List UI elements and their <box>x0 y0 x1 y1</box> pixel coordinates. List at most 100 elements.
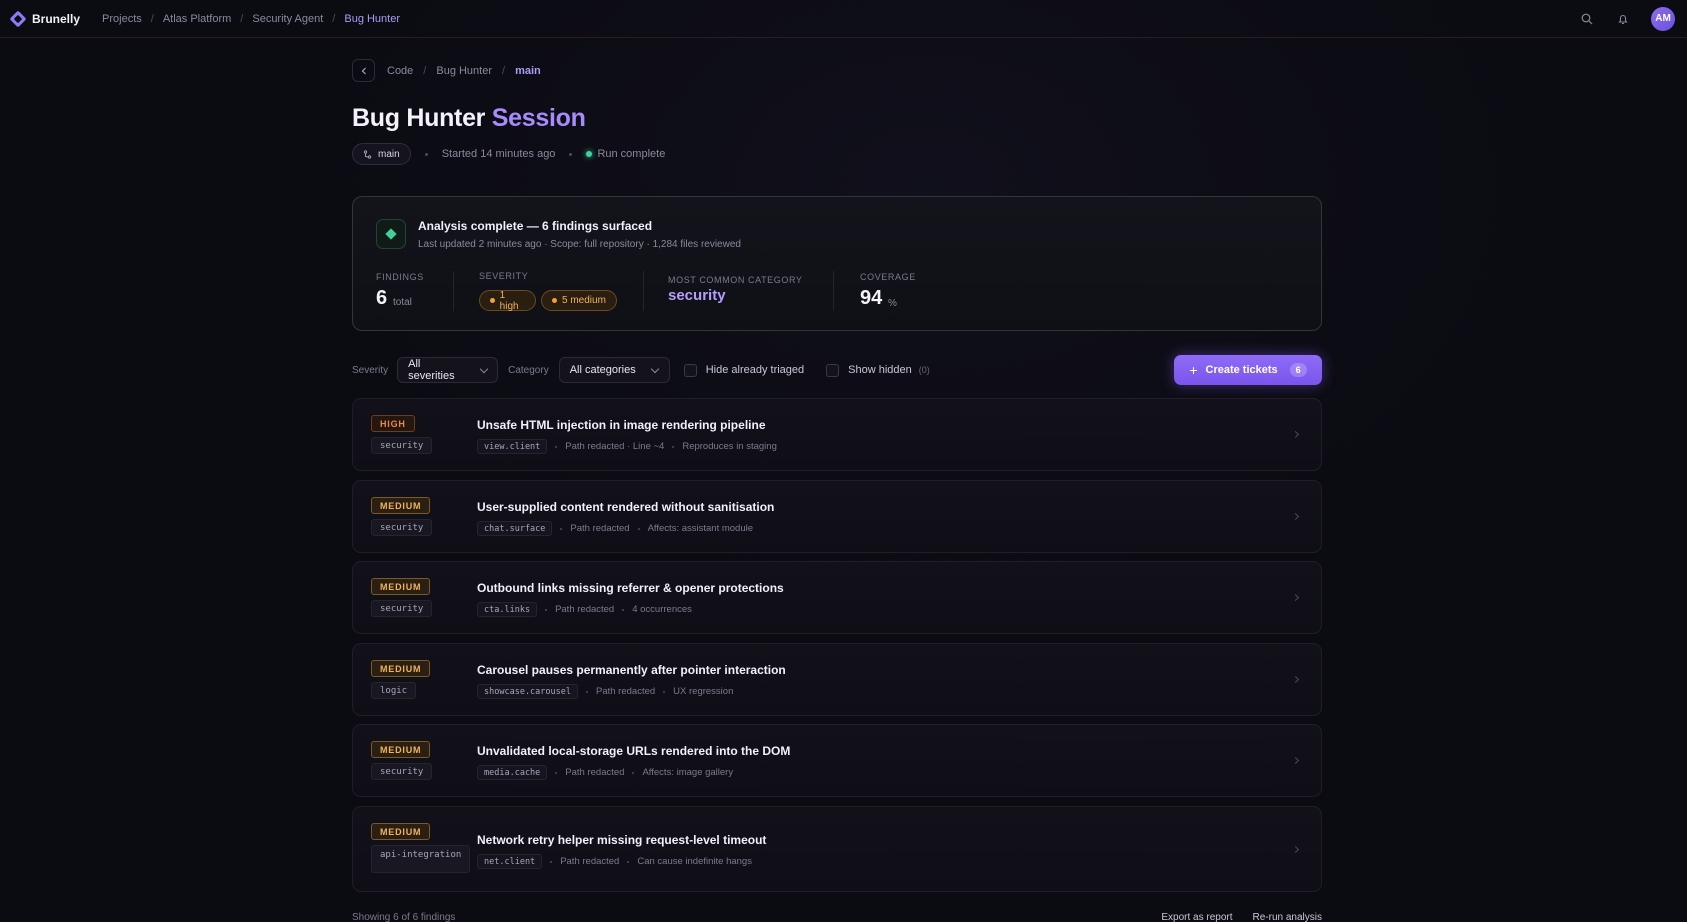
chevron-right-icon <box>1291 430 1300 439</box>
crumb-atlas-platform[interactable]: Atlas Platform <box>163 13 231 25</box>
severity-select-value: All severities <box>408 358 455 382</box>
crumb-bug-hunter-page[interactable]: Bug Hunter <box>436 65 492 77</box>
stat-divider <box>453 271 454 311</box>
brand-name: Brunelly <box>32 11 81 26</box>
severity-tag: MEDIUM <box>371 741 431 758</box>
hide-triaged-toggle[interactable]: Hide already triaged <box>683 363 805 377</box>
finding-row[interactable]: MEDIUM security Unvalidated local-storag… <box>352 724 1322 797</box>
summary-subtitle: Last updated 2 minutes ago · Scope: full… <box>418 239 741 250</box>
stat-divider <box>833 271 834 311</box>
stat-divider <box>643 271 644 311</box>
coverage-unit: % <box>888 298 897 309</box>
brand[interactable]: Brunelly <box>9 10 81 27</box>
chevron-right-icon <box>1291 845 1300 854</box>
crumb-separator: / <box>332 12 336 25</box>
finding-meta: chat.surface Path redacted Affects: assi… <box>477 521 753 536</box>
chevron-right-icon <box>1291 675 1300 684</box>
analysis-summary-card: Analysis complete — 6 findings surfaced … <box>352 196 1322 331</box>
category-tag: api-integration <box>371 845 471 873</box>
finding-note: Affects: image gallery <box>642 767 734 778</box>
finding-meta: net.client Path redacted Can cause indef… <box>477 854 752 869</box>
filter-bar: Severity All severities Category All cat… <box>352 355 1322 385</box>
search-icon[interactable] <box>1579 11 1595 27</box>
brand-logo-icon <box>9 10 27 27</box>
finding-path: Path redacted <box>596 686 656 697</box>
started-time: Started 14 minutes ago <box>441 148 556 160</box>
branch-icon <box>363 149 372 159</box>
create-tickets-label: Create tickets <box>1205 364 1278 376</box>
finding-note: Reproduces in staging <box>682 441 777 452</box>
hide-triaged-checkbox[interactable] <box>683 363 697 377</box>
category-tag: logic <box>371 682 417 699</box>
finding-row[interactable]: HIGH security Unsafe HTML injection in i… <box>352 398 1322 471</box>
findings-unit: total <box>393 297 412 308</box>
create-tickets-button[interactable]: + Create tickets 6 <box>1174 355 1322 385</box>
common-category-value: security <box>668 287 726 304</box>
show-hidden-toggle[interactable]: Show hidden (0) <box>826 363 930 377</box>
module-chip: showcase.carousel <box>477 684 578 699</box>
finding-row[interactable]: MEDIUM security User-supplied content re… <box>352 480 1322 553</box>
finding-row[interactable]: MEDIUM api-integration Network retry hel… <box>352 806 1322 892</box>
crumb-branch[interactable]: main <box>515 65 541 77</box>
run-status: Run complete <box>597 148 666 160</box>
chevron-right-icon <box>1291 512 1300 521</box>
severity-filter-label: Severity <box>352 364 389 376</box>
finding-row[interactable]: MEDIUM logic Carousel pauses permanently… <box>352 643 1322 716</box>
crumb-separator: / <box>502 64 506 77</box>
crumb-security-agent[interactable]: Security Agent <box>252 13 323 25</box>
module-chip: chat.surface <box>477 521 553 536</box>
crumb-projects[interactable]: Projects <box>102 13 142 25</box>
finding-meta: media.cache Path redacted Affects: image… <box>477 765 733 780</box>
category-select[interactable]: All categories <box>558 357 670 383</box>
finding-note: Can cause indefinite hangs <box>637 856 752 867</box>
chevron-right-icon <box>1291 593 1300 602</box>
finding-title: Outbound links missing referrer & opener… <box>477 581 784 595</box>
severity-select[interactable]: All severities <box>397 357 499 383</box>
hide-triaged-label: Hide already triaged <box>705 364 805 376</box>
branch-pill[interactable]: main <box>352 143 411 165</box>
show-hidden-label: Show hidden <box>848 364 912 376</box>
crumb-separator: / <box>150 12 154 25</box>
finding-title: Carousel pauses permanently after pointe… <box>477 663 786 677</box>
module-chip: media.cache <box>477 765 548 780</box>
category-tag: security <box>371 519 433 536</box>
page-title-accent: Session <box>491 104 586 132</box>
list-footer: Showing 6 of 6 findings Export as report… <box>352 912 1322 922</box>
finding-path: Path redacted <box>570 523 630 534</box>
top-breadcrumb: Projects / Atlas Platform / Security Age… <box>102 13 400 25</box>
severity-label: SEVERITY <box>479 271 529 281</box>
page-breadcrumb: Code / Bug Hunter / main <box>352 59 541 82</box>
summary-title: Analysis complete — 6 findings surfaced <box>418 219 653 233</box>
show-hidden-checkbox[interactable] <box>826 363 840 377</box>
rerun-analysis-link[interactable]: Re-run analysis <box>1253 912 1322 922</box>
page-title: Bug Hunter Session <box>352 104 586 133</box>
category-select-value: All categories <box>569 364 636 376</box>
severity-medium-chip[interactable]: 5 medium <box>541 290 617 311</box>
export-report-link[interactable]: Export as report <box>1161 912 1232 922</box>
severity-high-count: 1 high <box>499 289 519 312</box>
bell-icon[interactable] <box>1615 11 1631 27</box>
avatar[interactable]: AM <box>1651 6 1675 31</box>
crumb-separator: / <box>423 64 427 77</box>
finding-meta: cta.links Path redacted 4 occurrences <box>477 602 692 617</box>
crumb-bug-hunter[interactable]: Bug Hunter <box>344 13 400 25</box>
module-chip: net.client <box>477 854 543 869</box>
severity-tag: MEDIUM <box>371 497 431 514</box>
category-filter-label: Category <box>508 364 549 376</box>
branch-name: main <box>378 148 400 160</box>
finding-note: 4 occurrences <box>632 604 692 615</box>
top-nav: Brunelly Projects / Atlas Platform / Sec… <box>0 0 1687 38</box>
finding-path: Path redacted <box>560 856 620 867</box>
back-button[interactable] <box>352 59 375 82</box>
category-tag: security <box>371 763 433 780</box>
hidden-count: (0) <box>918 365 930 375</box>
finding-note: Affects: assistant module <box>647 523 754 534</box>
chevron-down-icon <box>480 364 489 373</box>
crumb-code[interactable]: Code <box>387 65 413 77</box>
finding-row[interactable]: MEDIUM security Outbound links missing r… <box>352 561 1322 634</box>
meta-dot <box>424 152 428 156</box>
showing-count: Showing 6 of 6 findings <box>352 912 456 922</box>
severity-high-chip[interactable]: 1 high <box>479 289 536 312</box>
analysis-diamond-icon <box>376 219 406 249</box>
meta-dot <box>569 152 573 156</box>
